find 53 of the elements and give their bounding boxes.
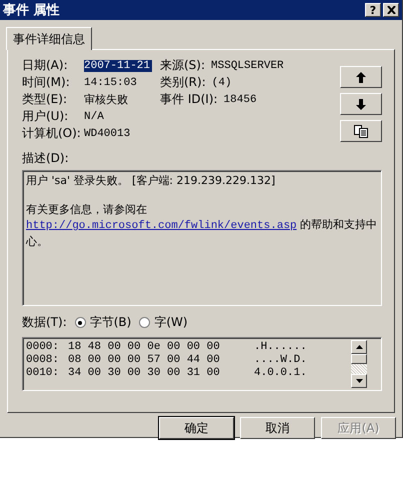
field-label: 来源(S): <box>160 57 206 74</box>
format-radio[interactable]: 字(W) <box>139 314 188 331</box>
field-label: 类型(E): <box>22 91 68 108</box>
field-label: 计算机(O): <box>22 125 82 142</box>
offset-text: 0010: <box>26 366 60 378</box>
hex-bytes: 08 00 00 00 57 00 44 00 <box>68 354 221 366</box>
down-triangle-icon <box>356 379 362 383</box>
field-label: 时间(M): <box>22 74 71 91</box>
dialog-button[interactable]: 取消 <box>240 417 315 439</box>
field-value: MSSQLSERVER <box>211 60 284 72</box>
help-button[interactable]: ? <box>365 3 381 17</box>
scroll-thumb[interactable] <box>351 354 367 364</box>
description-text: 用户 'sa' 登录失败。 [客户端: 219.239.229.132] <box>26 173 276 188</box>
up-triangle-icon <box>356 345 362 349</box>
ascii-text: 4.0.0.1. <box>254 366 307 378</box>
ascii-text: .H...... <box>254 340 307 352</box>
radio-circle[interactable] <box>139 317 150 328</box>
radio-circle[interactable] <box>74 317 86 328</box>
field-value: 审核失败 <box>84 92 129 107</box>
dialog-button[interactable]: 确定 <box>159 417 234 439</box>
field-value: 14:15:03 <box>84 76 138 88</box>
field-value: 18456 <box>224 94 257 106</box>
tab[interactable]: 事件详细信息 <box>6 27 92 50</box>
field-label: 日期(A): <box>22 57 69 74</box>
down-arrow-icon <box>356 98 366 110</box>
hex-bytes: 18 48 00 00 0e 00 00 00 <box>68 340 221 352</box>
scroll-up-button[interactable] <box>351 340 367 354</box>
ascii-text: ....W.D. <box>254 354 307 366</box>
field-label: 事件 ID(I): <box>160 91 218 108</box>
window-title: 事件 属性 <box>3 2 61 19</box>
previous-button[interactable] <box>340 66 382 88</box>
help-link[interactable]: http://go.microsoft.com/fwlink/events.asp <box>26 220 297 232</box>
hex-bytes: 34 00 30 00 30 00 31 00 <box>68 366 221 378</box>
scroll-down-button[interactable] <box>351 374 367 388</box>
copy-icon <box>354 124 368 138</box>
format-radio[interactable]: 字节(B) <box>74 314 132 331</box>
field-value: (4) <box>212 76 232 88</box>
field-label: 类别(R): <box>160 74 206 91</box>
next-button[interactable] <box>340 93 382 115</box>
field-value: 2007-11-21 <box>84 60 152 72</box>
description-label: 描述(D): <box>22 150 69 167</box>
offset-text: 0008: <box>26 354 60 366</box>
copy-button[interactable] <box>340 120 382 142</box>
field-label: 用户(U): <box>22 108 70 125</box>
data-label: 数据(T): <box>22 314 67 331</box>
close-button[interactable] <box>383 3 399 17</box>
close-icon <box>386 6 396 14</box>
field-value: WD40013 <box>84 128 132 140</box>
offset-text: 0000: <box>26 340 60 352</box>
more-info-text: 有关更多信息，请参阅在 http://go.microsoft.com/fwlink/events.asp 的帮助和支持中心。 <box>26 202 378 249</box>
scrollbar[interactable] <box>351 340 367 388</box>
up-arrow-icon <box>356 72 366 82</box>
field-value: N/A <box>84 110 105 122</box>
